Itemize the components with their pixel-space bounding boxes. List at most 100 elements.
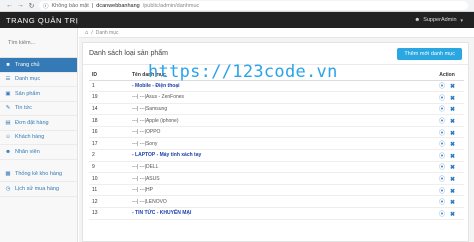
security-label: Không bảo mật (51, 2, 89, 9)
row-id: 17 (89, 137, 129, 151)
row-id: 1 (89, 80, 129, 93)
edit-icon[interactable]: ⦿ (439, 189, 445, 195)
row-category-name: - TIN TỨC - KHUYẾN MẠI (129, 207, 430, 220)
delete-icon[interactable]: ✖ (450, 142, 455, 148)
sidebar-item-dashboard[interactable]: ■ Trang chủ (0, 58, 77, 73)
table-row: 12 ---| ---|LENOVO ⦿ ✖ (89, 195, 464, 209)
dashboard-icon: ■ (6, 61, 10, 68)
row-id: 16 (89, 126, 129, 139)
edit-icon[interactable]: ⦿ (439, 119, 445, 125)
row-id: 9 (89, 161, 129, 174)
sidebar-item-label: Sản phẩm (15, 90, 41, 97)
delete-icon[interactable]: ✖ (450, 189, 455, 195)
sidebar-item-news[interactable]: ✎ Tin tức (0, 102, 77, 116)
url-domain: dcanwebbanhang (96, 2, 140, 9)
product-icon: ▣ (5, 90, 11, 97)
forward-icon[interactable]: → (17, 2, 24, 9)
delete-icon[interactable]: ✖ (450, 177, 455, 183)
row-category-name: ---| ---|LENOVO (129, 195, 430, 209)
delete-icon[interactable]: ✖ (450, 200, 455, 206)
delete-icon[interactable]: ✖ (450, 212, 455, 218)
sidebar-item-products[interactable]: ▣ Sản phẩm (0, 87, 77, 102)
row-actions: ⦿ ✖ (430, 103, 464, 116)
row-id: 18 (89, 114, 129, 127)
user-name: SupperAdmin (423, 17, 457, 23)
edit-icon[interactable]: ⦿ (439, 131, 445, 137)
row-id: 12 (89, 195, 129, 209)
admin-topbar: TRANG QUẢN TRỊ ☻ SupperAdmin ▼ (0, 12, 474, 28)
sidebar-search (0, 28, 77, 58)
brand-title[interactable]: TRANG QUẢN TRỊ (0, 16, 110, 25)
info-icon[interactable]: ⓘ (43, 2, 49, 10)
row-id: 2 (89, 149, 129, 162)
category-table: ID Tên danh mục Action 1- Mobile - Điện … (89, 70, 464, 220)
breadcrumb: ⌂ / Danh mục (79, 28, 474, 38)
sidebar: ■ Trang chủ ☰ Danh mục ▣ Sản phẩm ✎ Tin … (0, 28, 78, 242)
list-icon: ☰ (5, 76, 11, 83)
reload-icon[interactable]: ↻ (28, 2, 35, 10)
edit-icon[interactable]: ⦿ (439, 200, 445, 206)
user-menu[interactable]: ☻ SupperAdmin ▼ (414, 17, 474, 23)
edit-icon[interactable]: ⦿ (439, 177, 445, 183)
breadcrumb-separator: / (91, 29, 93, 36)
news-icon: ✎ (5, 105, 11, 112)
row-actions: ⦿ ✖ (430, 114, 464, 127)
breadcrumb-current: Danh mục (95, 29, 119, 36)
user-icon: ☻ (414, 17, 421, 23)
delete-icon[interactable]: ✖ (450, 165, 455, 171)
edit-icon[interactable]: ⦿ (439, 84, 445, 90)
sidebar-item-orders[interactable]: ▤ Đơn đặt hàng (0, 116, 77, 131)
sidebar-item-staff[interactable]: ☻ Nhân viên (0, 145, 77, 160)
sidebar-item-purchase-history[interactable]: ◷ Lịch sử mua hàng (0, 182, 77, 197)
table-row: 9 ---| ---|DELL ⦿ ✖ (89, 161, 464, 174)
table-row: 16 ---| ---|OPPO ⦿ ✖ (89, 126, 464, 139)
edit-icon[interactable]: ⦿ (439, 142, 445, 148)
table-row: 2- LAPTOP - Máy tính xách tay ⦿ ✖ (89, 149, 464, 162)
delete-icon[interactable]: ✖ (450, 96, 455, 102)
row-actions: ⦿ ✖ (430, 195, 464, 209)
sidebar-item-label: Khách hàng (15, 134, 45, 141)
sidebar-item-customers[interactable]: ☺ Khách hàng (0, 131, 77, 145)
row-actions: ⦿ ✖ (430, 172, 464, 185)
row-id: 13 (89, 207, 129, 220)
edit-icon[interactable]: ⦿ (439, 165, 445, 171)
watermark-text: https://123code.vn (148, 62, 338, 82)
chart-icon: ▩ (5, 171, 11, 178)
staff-icon: ☻ (5, 148, 11, 155)
main-content: ⌂ / Danh mục Danh sách loại sản phẩm Thê… (79, 28, 474, 242)
add-category-button[interactable]: Thêm mới danh mục (397, 47, 462, 60)
address-bar[interactable]: ⓘ Không bảo mật | dcanwebbanhang/public/… (39, 1, 468, 10)
sidebar-item-label: Trang chủ (15, 61, 40, 68)
edit-icon[interactable]: ⦿ (439, 212, 445, 218)
delete-icon[interactable]: ✖ (450, 131, 455, 137)
table-row: 10 ---| ---|ASUS ⦿ ✖ (89, 172, 464, 185)
row-category-name: ---| ---|Apple (iphone) (129, 114, 430, 127)
edit-icon[interactable]: ⦿ (439, 107, 445, 113)
sidebar-item-label: Danh mục (15, 76, 41, 83)
sidebar-item-category[interactable]: ☰ Danh mục (0, 73, 77, 87)
delete-icon[interactable]: ✖ (450, 119, 455, 125)
home-icon[interactable]: ⌂ (85, 30, 88, 36)
row-id: 19 (89, 91, 129, 104)
row-category-name: ---| ---|HP (129, 184, 430, 197)
search-input[interactable] (8, 36, 72, 49)
row-actions: ⦿ ✖ (430, 184, 464, 197)
delete-icon[interactable]: ✖ (450, 84, 455, 90)
sidebar-item-label: Thống kê kho hàng (15, 171, 63, 178)
edit-icon[interactable]: ⦿ (439, 154, 445, 160)
row-actions: ⦿ ✖ (430, 137, 464, 151)
row-category-name: - LAPTOP - Máy tính xách tay (129, 149, 430, 162)
table-row: 18 ---| ---|Apple (iphone) ⦿ ✖ (89, 114, 464, 127)
row-category-name: ---| ---|ASUS (129, 172, 430, 185)
row-id: 14 (89, 103, 129, 116)
row-category-name: ---| ---|Samsung (129, 103, 430, 116)
column-header-id: ID (89, 70, 129, 81)
row-actions: ⦿ ✖ (430, 126, 464, 139)
delete-icon[interactable]: ✖ (450, 154, 455, 160)
edit-icon[interactable]: ⦿ (439, 96, 445, 102)
back-icon[interactable]: ← (6, 2, 13, 9)
delete-icon[interactable]: ✖ (450, 107, 455, 113)
sidebar-item-inventory-stats[interactable]: ▩ Thống kê kho hàng (0, 168, 77, 182)
url-path: /public/admin/danhmuc (142, 2, 200, 9)
row-actions: ⦿ ✖ (430, 91, 464, 104)
